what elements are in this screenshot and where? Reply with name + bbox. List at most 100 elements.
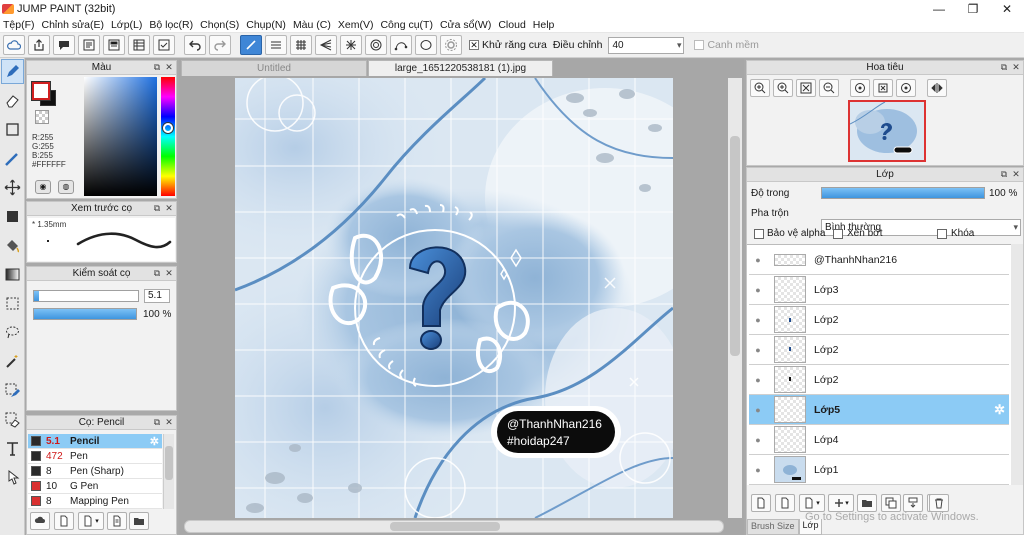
rotate-left-button[interactable] bbox=[850, 79, 870, 97]
close-icon[interactable]: ✕ bbox=[164, 203, 174, 213]
brush-size-slider[interactable] bbox=[33, 290, 139, 302]
menu-window[interactable]: Cửa sổ(W) bbox=[437, 18, 495, 33]
snap-parallel-button[interactable] bbox=[265, 35, 287, 55]
tool-rect-select[interactable] bbox=[1, 117, 24, 142]
layer-row[interactable]: ● Lớp3 bbox=[749, 275, 1009, 305]
menu-layer[interactable]: Lớp(L) bbox=[108, 18, 146, 33]
undo-button[interactable] bbox=[184, 35, 206, 55]
cloud-button[interactable] bbox=[3, 35, 25, 55]
visibility-icon[interactable]: ● bbox=[750, 345, 766, 355]
canvas-image[interactable]: @ThanhNhan216 #hoidap247 bbox=[235, 78, 673, 518]
menu-help[interactable]: Help bbox=[530, 18, 559, 33]
brush-item-g-pen[interactable]: 10 G Pen bbox=[28, 479, 162, 494]
tool-fill-rect[interactable] bbox=[1, 204, 24, 229]
layer-row[interactable]: ● Lớp4 bbox=[749, 425, 1009, 455]
layer-row[interactable]: ● Lớp2 bbox=[749, 335, 1009, 365]
zoom-out-button[interactable] bbox=[819, 79, 839, 97]
layer-row[interactable]: ● @ThanhNhan216 bbox=[749, 245, 1009, 275]
close-icon[interactable]: ✕ bbox=[164, 268, 174, 278]
visibility-icon[interactable]: ● bbox=[750, 255, 766, 265]
canh-mem-checkbox[interactable] bbox=[694, 40, 705, 50]
menu-select[interactable]: Chọn(S) bbox=[197, 18, 243, 33]
snap-radial-button[interactable] bbox=[340, 35, 362, 55]
undock-icon[interactable]: ⧉ bbox=[999, 62, 1009, 72]
hue-slider[interactable] bbox=[161, 77, 175, 196]
tool-select-eraser[interactable] bbox=[1, 407, 24, 432]
snap-off-button[interactable] bbox=[240, 35, 262, 55]
panel-button-3[interactable] bbox=[128, 35, 150, 55]
comment-button[interactable] bbox=[53, 35, 75, 55]
canvas-horizontal-scroll-thumb[interactable] bbox=[390, 522, 500, 531]
undock-icon[interactable]: ⧉ bbox=[152, 417, 162, 427]
new-layer-alt-button[interactable] bbox=[775, 494, 795, 512]
snap-curve-button[interactable] bbox=[390, 35, 412, 55]
brush-item-pen-sharp[interactable]: 8 Pen (Sharp) bbox=[28, 464, 162, 479]
undock-icon[interactable]: ⧉ bbox=[152, 62, 162, 72]
close-icon[interactable]: ✕ bbox=[164, 62, 174, 72]
layer-row[interactable]: ● Lớp1 bbox=[749, 455, 1009, 485]
tool-operation[interactable] bbox=[1, 465, 24, 490]
visibility-icon[interactable]: ● bbox=[750, 405, 766, 415]
layer-row[interactable]: ● Lớp5 ✲ bbox=[749, 395, 1009, 425]
brush-copy-button[interactable] bbox=[107, 512, 127, 530]
brush-new-dropdown-button[interactable]: ▾ bbox=[78, 512, 104, 530]
snap-grid-button[interactable] bbox=[290, 35, 312, 55]
visibility-icon[interactable]: ● bbox=[750, 465, 766, 475]
reset-rotation-button[interactable] bbox=[873, 79, 893, 97]
tab-brush-size[interactable]: Brush Size bbox=[747, 519, 799, 535]
doc-tab-image[interactable]: large_1651220538181 (1).jpg bbox=[368, 60, 553, 76]
minimize-button[interactable]: — bbox=[922, 0, 956, 18]
doc-tab-untitled[interactable]: Untitled bbox=[181, 60, 367, 76]
tool-move[interactable] bbox=[1, 175, 24, 200]
brush-size-value[interactable]: 5.1 bbox=[144, 289, 170, 303]
snap-settings-button[interactable] bbox=[440, 35, 462, 55]
tool-lasso[interactable] bbox=[1, 320, 24, 345]
canvas-vertical-scrollbar[interactable] bbox=[728, 78, 742, 518]
layer-add-dropdown-button[interactable]: ▾ bbox=[828, 494, 854, 512]
canvas-horizontal-scrollbar[interactable] bbox=[184, 520, 724, 533]
layer-row[interactable]: ● Lớp2 bbox=[749, 305, 1009, 335]
new-layer-button[interactable] bbox=[751, 494, 771, 512]
menu-tools[interactable]: Công cụ(T) bbox=[377, 18, 437, 33]
visibility-icon[interactable]: ● bbox=[750, 375, 766, 385]
tool-magic-wand[interactable] bbox=[1, 349, 24, 374]
zoom-in-button[interactable] bbox=[750, 79, 770, 97]
brush-opacity-slider[interactable] bbox=[33, 308, 137, 320]
snap-ellipse-button[interactable] bbox=[415, 35, 437, 55]
brush-item-mapping-pen[interactable]: 8 Mapping Pen bbox=[28, 494, 162, 509]
flip-button[interactable] bbox=[927, 79, 947, 97]
brush-new-button[interactable] bbox=[54, 512, 74, 530]
tool-marquee[interactable] bbox=[1, 291, 24, 316]
close-icon[interactable]: ✕ bbox=[164, 417, 174, 427]
color-palette-button[interactable]: ◍ bbox=[58, 180, 74, 194]
menu-file[interactable]: Tệp(F) bbox=[0, 18, 39, 33]
tool-bucket[interactable] bbox=[1, 233, 24, 258]
delete-layer-button[interactable] bbox=[929, 494, 949, 512]
layer-opacity-slider[interactable] bbox=[821, 187, 985, 199]
antialias-checkbox[interactable]: ✕ bbox=[469, 40, 479, 50]
close-icon[interactable]: ✕ bbox=[1011, 169, 1021, 179]
color-picker-button[interactable]: ◉ bbox=[35, 180, 51, 194]
restore-button[interactable]: ❐ bbox=[956, 0, 990, 18]
export-button[interactable] bbox=[28, 35, 50, 55]
clip-checkbox[interactable] bbox=[833, 229, 843, 239]
redo-button[interactable] bbox=[209, 35, 231, 55]
layer-list-scrollbar[interactable] bbox=[1011, 244, 1023, 485]
layer-row[interactable]: ● Lớp2 bbox=[749, 365, 1009, 395]
tool-eraser[interactable] bbox=[1, 88, 24, 113]
merge-layer-button[interactable] bbox=[903, 494, 923, 512]
brush-item-pen[interactable]: 472 Pen bbox=[28, 449, 162, 464]
layer-folder-button[interactable] bbox=[857, 494, 877, 512]
brush-list-scrollbar[interactable] bbox=[163, 434, 174, 509]
layer-settings-icon[interactable]: ✲ bbox=[994, 402, 1005, 418]
brush-item-pencil[interactable]: 5.1 Pencil ✲ bbox=[28, 434, 162, 449]
undock-icon[interactable]: ⧉ bbox=[999, 169, 1009, 179]
menu-edit[interactable]: Chỉnh sửa(E) bbox=[39, 18, 108, 33]
fit-button[interactable] bbox=[773, 79, 793, 97]
menu-filter[interactable]: Bộ lọc(R) bbox=[146, 18, 197, 33]
saturation-value-picker[interactable] bbox=[84, 77, 157, 196]
tool-gradient[interactable] bbox=[1, 262, 24, 287]
tool-select-pen[interactable] bbox=[1, 378, 24, 403]
brush-folder-button[interactable] bbox=[129, 512, 149, 530]
brush-cloud-button[interactable] bbox=[30, 512, 50, 530]
